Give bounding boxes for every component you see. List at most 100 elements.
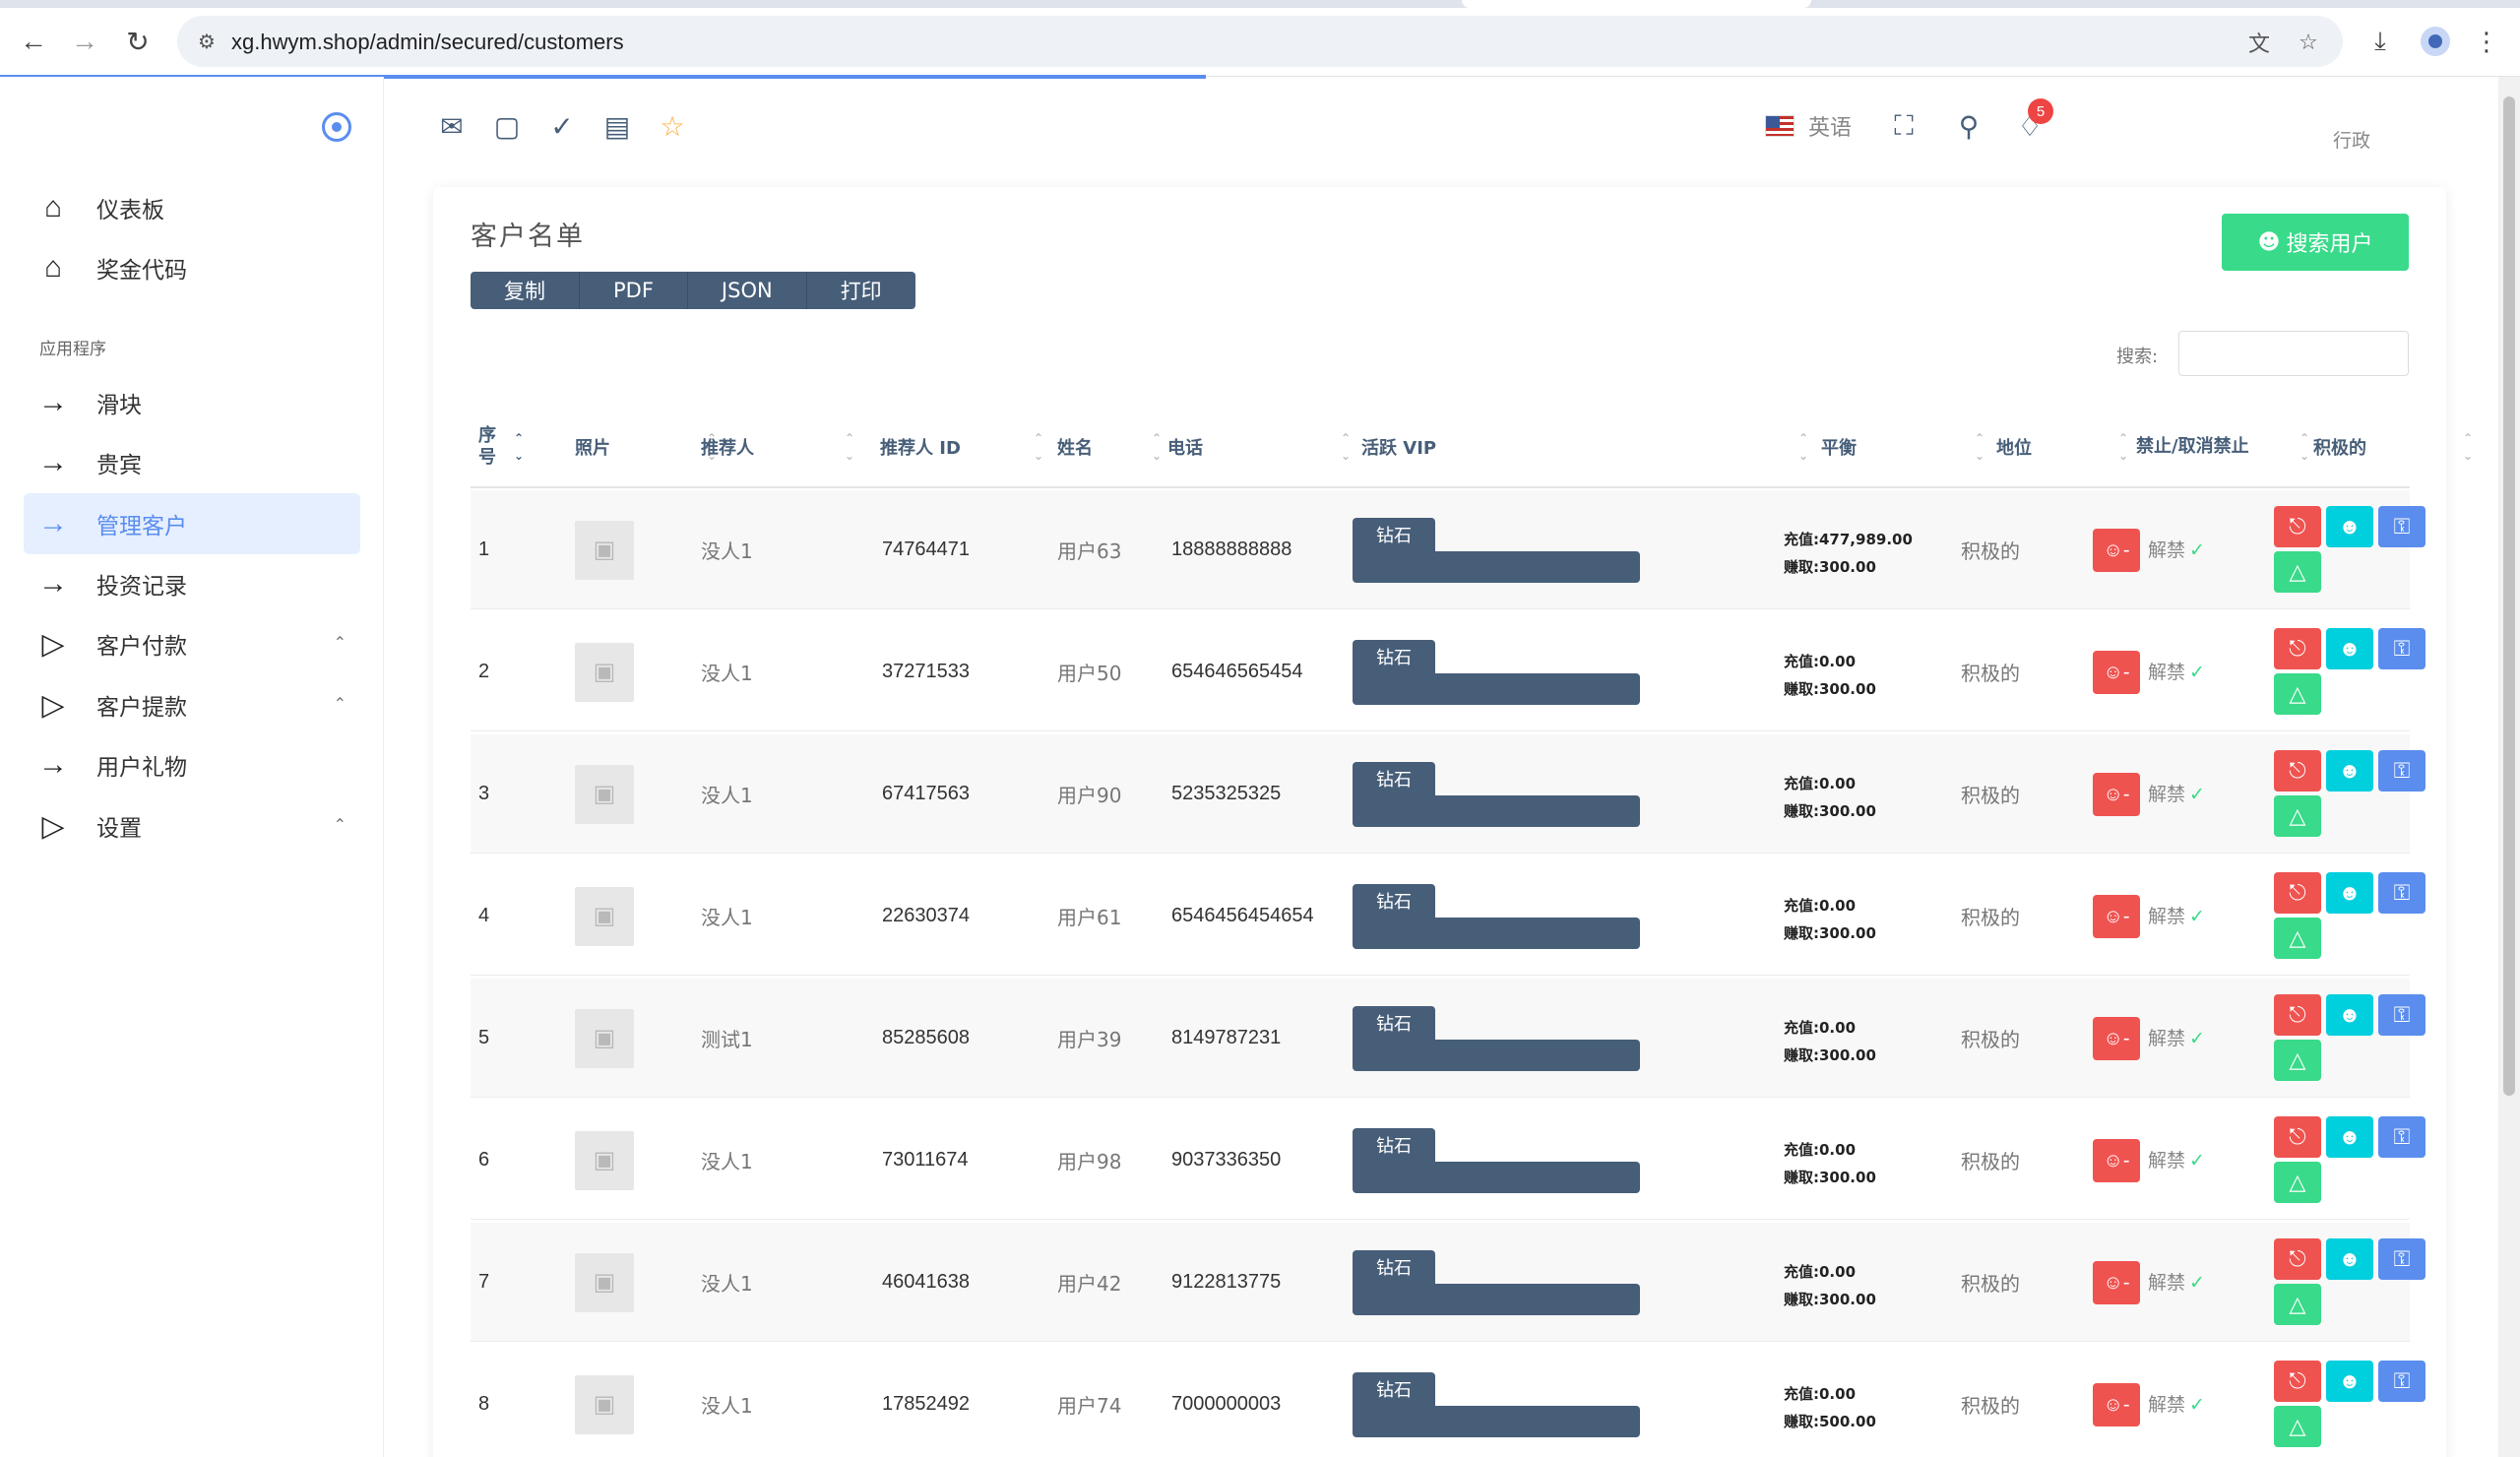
chevron-up-icon[interactable]: ⌃ [334, 633, 346, 653]
copy-button[interactable]: 复制 [471, 272, 580, 309]
view-user-button[interactable]: ☻ [2326, 994, 2373, 1036]
sidebar-toggle-icon[interactable] [322, 112, 351, 142]
lock-user-button[interactable]: ⚿ [2378, 1238, 2426, 1280]
gift-button[interactable]: ⎋ [2274, 506, 2321, 547]
calendar-icon[interactable]: ▤ [598, 106, 637, 146]
column-header-name[interactable]: 姓名 ⌃ ⌄ [1053, 406, 1167, 488]
upgrade-button[interactable]: △ [2274, 1162, 2321, 1203]
star-icon[interactable]: ☆ [653, 106, 692, 146]
bookmark-star-icon[interactable]: ☆ [2294, 28, 2323, 57]
chat-icon[interactable]: ▢ [487, 106, 527, 146]
upgrade-button[interactable]: △ [2274, 1406, 2321, 1447]
sidebar-item-customer-payments[interactable]: ▷ 客户付款 ⌃ [24, 613, 360, 674]
lock-user-button[interactable]: ⚿ [2378, 750, 2426, 792]
ban-user-button[interactable]: ☺- [2093, 1139, 2140, 1182]
column-header-active-vip[interactable]: 活跃 VIP ⌃ ⌄ [1361, 406, 1814, 488]
gift-button[interactable]: ⎋ [2274, 1361, 2321, 1402]
forward-icon[interactable]: → [65, 22, 104, 61]
column-header-phone[interactable]: 电话 ⌃ ⌄ [1167, 406, 1356, 488]
view-user-button[interactable]: ☻ [2326, 506, 2373, 547]
ban-user-button[interactable]: ☺- [2093, 651, 2140, 694]
back-icon[interactable]: ← [14, 22, 53, 61]
view-user-button[interactable]: ☻ [2326, 1238, 2373, 1280]
check-circle-icon[interactable]: ✓ [542, 106, 582, 146]
column-header-balance[interactable]: 平衡 ⌃ ⌄ [1821, 406, 1990, 488]
chevron-up-icon[interactable]: ⌃ [334, 694, 346, 714]
column-header-ban[interactable]: 禁止/取消禁止 ⌃ ⌄ [2136, 406, 2315, 488]
translate-icon[interactable]: 文 [2244, 28, 2274, 57]
lock-user-button[interactable]: ⚿ [2378, 872, 2426, 914]
column-header-status[interactable]: 地位 ⌃ ⌄ [1996, 406, 2134, 488]
upgrade-button[interactable]: △ [2274, 1284, 2321, 1325]
profile-avatar[interactable] [2416, 22, 2455, 61]
active-tab[interactable] [1462, 0, 1811, 8]
sidebar-item-customer-withdrawals[interactable]: ▷ 客户提款 ⌃ [24, 674, 360, 735]
upgrade-button[interactable]: △ [2274, 795, 2321, 837]
view-user-button[interactable]: ☻ [2326, 628, 2373, 669]
lock-user-button[interactable]: ⚿ [2378, 1116, 2426, 1158]
sidebar-item-dashboard[interactable]: ⌂ 仪表板 [24, 177, 360, 238]
gift-button[interactable]: ⎋ [2274, 750, 2321, 792]
address-bar[interactable]: ⚙ xg.hwym.shop/admin/secured/customers 文… [177, 16, 2343, 67]
recharge-value: 0.00 [1819, 1019, 1857, 1037]
ban-user-button[interactable]: ☺- [2093, 529, 2140, 572]
ban-user-button[interactable]: ☺- [2093, 895, 2140, 938]
gift-button[interactable]: ⎋ [2274, 994, 2321, 1036]
view-user-button[interactable]: ☻ [2326, 872, 2373, 914]
browser-menu-icon[interactable]: ⋮ [2467, 22, 2506, 61]
site-info-icon[interactable]: ⚙ [193, 28, 220, 55]
lock-icon: ⚿ [2393, 636, 2411, 661]
fullscreen-icon[interactable]: ⛶ [1884, 106, 1923, 146]
check-icon: ✓ [2189, 1272, 2205, 1294]
sidebar-item-investment-records[interactable]: → 投资记录 [24, 553, 360, 614]
column-header-referrer[interactable]: 推荐人 ⌃ ⌄ [695, 406, 860, 488]
lock-user-button[interactable]: ⚿ [2378, 994, 2426, 1036]
tab-strip [0, 0, 2520, 8]
search-user-button[interactable]: ☻ 搜索用户 [2222, 214, 2409, 271]
gift-button[interactable]: ⎋ [2274, 872, 2321, 914]
phone-cell: 5235325325 [1171, 783, 1282, 804]
scrollbar-thumb[interactable] [2503, 96, 2515, 1096]
url-text[interactable]: xg.hwym.shop/admin/secured/customers [231, 30, 624, 55]
user-icon: ☻ [2338, 758, 2362, 783]
sidebar-item-user-gifts[interactable]: → 用户礼物 [24, 734, 360, 795]
search-icon[interactable]: ⚲ [1949, 106, 1988, 146]
gift-button[interactable]: ⎋ [2274, 628, 2321, 669]
column-header-referrer-id[interactable]: 推荐人 ID ⌃ ⌄ [876, 406, 1049, 488]
pdf-button[interactable]: PDF [580, 272, 688, 309]
view-user-button[interactable]: ☻ [2326, 1116, 2373, 1158]
sidebar-item-manage-customers[interactable]: → 管理客户 [24, 493, 360, 554]
lock-user-button[interactable]: ⚿ [2378, 628, 2426, 669]
view-user-button[interactable]: ☻ [2326, 1361, 2373, 1402]
download-icon[interactable]: ⤓ [2361, 22, 2400, 61]
sidebar-item-slider[interactable]: → 滑块 [24, 372, 360, 433]
upgrade-button[interactable]: △ [2274, 1040, 2321, 1081]
mail-icon[interactable]: ✉ [432, 106, 472, 146]
user-role-label[interactable]: 行政 [2333, 126, 2370, 153]
sidebar-item-settings[interactable]: ▷ 设置 ⌃ [24, 795, 360, 856]
ban-user-button[interactable]: ☺- [2093, 1017, 2140, 1060]
reload-icon[interactable]: ↻ [118, 22, 158, 61]
print-button[interactable]: 打印 [807, 272, 915, 309]
ban-user-button[interactable]: ☺- [2093, 1383, 2140, 1426]
chevron-up-icon[interactable]: ⌃ [334, 815, 346, 835]
search-input[interactable] [2178, 331, 2409, 376]
page-scrollbar[interactable] [2498, 77, 2520, 1457]
sidebar-item-vip[interactable]: → 贵宾 [24, 432, 360, 493]
gift-button[interactable]: ⎋ [2274, 1116, 2321, 1158]
column-header-actions[interactable]: 积极的 ⌃ ⌄ [2313, 406, 2479, 488]
view-user-button[interactable]: ☻ [2326, 750, 2373, 792]
gift-button[interactable]: ⎋ [2274, 1238, 2321, 1280]
lock-user-button[interactable]: ⚿ [2378, 1361, 2426, 1402]
language-selector[interactable]: 英语 [1765, 110, 1852, 142]
ban-user-button[interactable]: ☺- [2093, 1261, 2140, 1304]
lock-user-button[interactable]: ⚿ [2378, 506, 2426, 547]
column-header-no[interactable]: 序号 ⌃ ⌄ [471, 406, 530, 488]
upgrade-button[interactable]: △ [2274, 673, 2321, 715]
upgrade-button[interactable]: △ [2274, 551, 2321, 593]
arrow-right-icon: → [38, 386, 68, 418]
ban-user-button[interactable]: ☺- [2093, 773, 2140, 816]
json-button[interactable]: JSON [688, 272, 807, 309]
sidebar-item-bonus-code[interactable]: ⌂ 奖金代码 [24, 237, 360, 298]
upgrade-button[interactable]: △ [2274, 918, 2321, 959]
